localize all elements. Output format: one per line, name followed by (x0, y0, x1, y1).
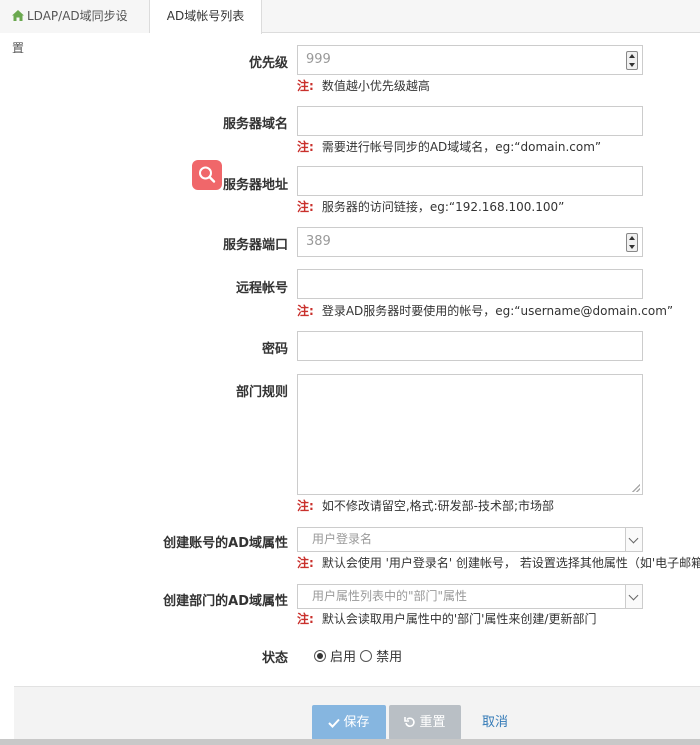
reset-button[interactable]: 重置 (389, 705, 461, 740)
status-label: 状态 (261, 651, 288, 666)
password-label: 密码 (261, 342, 288, 357)
password-input[interactable] (297, 331, 643, 361)
priority-input[interactable]: 999 (297, 45, 643, 75)
dept-rule-note: 注: 如不修改请留空,格式:研发部-技术部;市场部 (297, 499, 555, 513)
tab-ad-account-list[interactable]: AD域帐号列表 (150, 0, 262, 34)
address-input[interactable] (297, 166, 643, 196)
port-spinner[interactable] (626, 233, 638, 252)
home-icon (12, 10, 24, 21)
account-attr-note: 注: 默认会使用 '用户登录名' 创建帐号， 若设置选择其他属性（如'电子邮箱'） (297, 556, 700, 570)
dept-attr-select[interactable]: 用户属性列表中的"部门"属性 (297, 584, 643, 609)
account-attr-label: 创建账号的AD域属性 (163, 536, 288, 551)
account-label: 远程帐号 (235, 281, 288, 296)
domain-label: 服务器域名 (222, 117, 288, 132)
address-label: 服务器地址 (222, 178, 288, 193)
resize-grip-icon[interactable] (632, 484, 640, 492)
cancel-link[interactable]: 取消 (475, 705, 515, 740)
port-input[interactable]: 389 (297, 227, 643, 257)
horizontal-scrollbar[interactable] (0, 739, 700, 745)
chevron-down-icon (625, 528, 642, 551)
check-icon (328, 718, 341, 728)
port-label: 服务器端口 (222, 238, 288, 253)
account-input[interactable] (297, 269, 643, 299)
status-enable-option[interactable]: 启用 (314, 650, 356, 665)
domain-input[interactable] (297, 106, 643, 136)
tab-label: AD域帐号列表 (166, 9, 245, 23)
priority-label: 优先级 (248, 56, 288, 71)
priority-value: 999 (306, 52, 331, 67)
dept-rule-textarea[interactable] (297, 374, 643, 495)
status-radio-group: 启用 禁用 (314, 646, 402, 665)
radio-unchecked-icon[interactable] (360, 650, 373, 662)
chevron-down-icon (625, 585, 642, 608)
address-note: 注: 服务器的访问链接，eg:“192.168.100.100” (297, 200, 565, 214)
tab-bar: LDAP/AD域同步设置 AD域帐号列表 (0, 0, 700, 55)
port-value: 389 (306, 234, 331, 249)
dept-rule-label: 部门规则 (235, 385, 288, 400)
priority-note: 注: 数值越小优先级越高 (297, 79, 430, 93)
dept-attr-label: 创建部门的AD域属性 (163, 594, 288, 609)
tab-ldap-settings[interactable]: LDAP/AD域同步设置 (0, 0, 150, 55)
dept-attr-note: 注: 默认会读取用户属性中的'部门'属性来创建/更新部门 (297, 612, 597, 626)
domain-note: 注: 需要进行帐号同步的AD域域名，eg:“domain.com” (297, 140, 602, 154)
tab-label: LDAP/AD域同步设置 (12, 9, 128, 55)
account-attr-select[interactable]: 用户登录名 (297, 527, 643, 552)
form-footer: 保存 重置 取消 (14, 686, 700, 745)
save-button[interactable]: 保存 (312, 705, 386, 740)
undo-icon (404, 717, 416, 727)
account-note: 注: 登录AD服务器时要使用的帐号，eg:“username@domain.com… (297, 304, 674, 318)
status-disable-option[interactable]: 禁用 (360, 650, 402, 665)
radio-checked-icon[interactable] (314, 650, 326, 662)
priority-spinner[interactable] (626, 51, 638, 70)
